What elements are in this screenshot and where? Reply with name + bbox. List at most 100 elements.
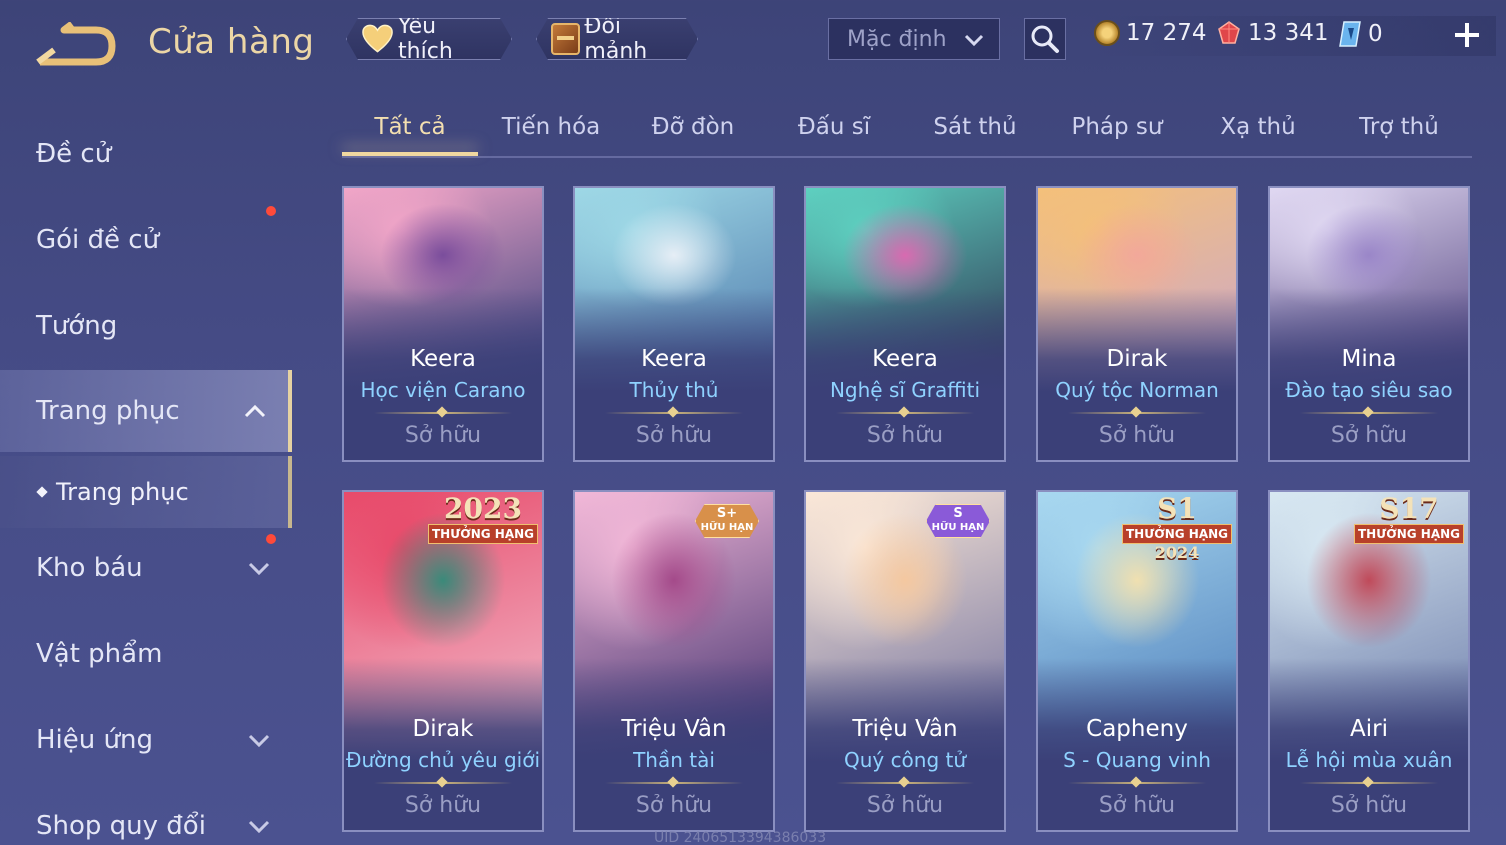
plus-icon[interactable]	[1450, 18, 1484, 52]
favorite-button[interactable]: Yêu thích	[346, 18, 512, 60]
ownership-status: Sở hữu	[1098, 793, 1176, 818]
uid-label: UID 2406513394386033	[654, 830, 827, 845]
back-arrow-icon[interactable]	[34, 22, 116, 66]
tab-evolution[interactable]: Tiến hóa	[483, 114, 619, 140]
hero-name: Dirak	[412, 716, 474, 742]
chevron-down-icon	[964, 34, 984, 47]
ownership-status: Sở hữu	[635, 793, 713, 818]
sidebar-subitem-skins[interactable]: Trang phục	[0, 456, 292, 528]
sidebar-item-effects[interactable]: Hiệu ứng	[0, 700, 292, 780]
chest-icon	[551, 23, 580, 55]
ownership-status: Sở hữu	[1330, 423, 1408, 448]
sidebar: Đề cử Gói đề cử Tướng Trang phục Trang p…	[0, 100, 292, 845]
skin-name: Đường chủ yêu giới	[345, 748, 541, 772]
hero-name: Airi	[1350, 716, 1388, 742]
category-tabs: Tất cả Tiến hóa Đỡ đòn Đấu sĩ Sát thủ Ph…	[342, 100, 1472, 158]
sort-dropdown[interactable]: Mặc định	[828, 18, 1000, 60]
skin-name: Quý công tử	[843, 748, 967, 772]
skin-card[interactable]: Dirak Đường chủ yêu giới Sở hữu 2023 THƯỞNG …	[342, 490, 544, 832]
divider	[1068, 412, 1206, 414]
ownership-status: Sở hữu	[404, 793, 482, 818]
skin-card[interactable]: Airi Lễ hội mùa xuân Sở hữu S17 THƯỞNG HẠNG	[1268, 490, 1470, 832]
badge-tier: S+	[716, 506, 738, 521]
tab-support[interactable]: Trợ thủ	[1331, 114, 1467, 140]
divider	[605, 782, 743, 784]
tab-all[interactable]: Tất cả	[342, 114, 478, 140]
hero-name: Keera	[872, 346, 938, 372]
tab-assassin[interactable]: Sát thủ	[907, 114, 1043, 140]
badge-ribbon: THƯỞNG HẠNG	[1354, 524, 1464, 544]
page-title: Cửa hàng	[148, 22, 315, 62]
ownership-status: Sở hữu	[866, 793, 944, 818]
divider	[605, 412, 743, 414]
sidebar-item-label: Trang phục	[36, 396, 180, 426]
heart-icon	[361, 24, 394, 54]
badge-ribbon: THƯỞNG HẠNG	[428, 524, 538, 544]
sidebar-item-skins[interactable]: Trang phục	[0, 370, 292, 452]
divider	[836, 412, 974, 414]
badge-title: S17	[1379, 492, 1439, 525]
skin-card[interactable]: Capheny S - Quang vinh Sở hữu S1 THƯỞNG HẠNG…	[1036, 490, 1238, 832]
sidebar-item-treasure[interactable]: Kho báu	[0, 528, 292, 608]
rank-reward-badge: S1 THƯỞNG HẠNG 2024	[1122, 494, 1232, 562]
sidebar-item-exchange-shop[interactable]: Shop quy đổi	[0, 786, 292, 845]
divider	[1068, 782, 1206, 784]
divider	[374, 412, 512, 414]
sidebar-subitem-label: Trang phục	[56, 478, 189, 506]
gem-balance: 0	[1338, 20, 1383, 48]
tab-tank[interactable]: Đỡ đòn	[625, 114, 761, 140]
search-button[interactable]	[1024, 18, 1066, 60]
sidebar-item-heroes[interactable]: Tướng	[0, 286, 292, 366]
sidebar-item-label: Hiệu ứng	[36, 725, 153, 755]
limited-badge: S HỮU HẠN	[926, 504, 990, 538]
tab-marksman[interactable]: Xạ thủ	[1190, 114, 1326, 140]
ownership-status: Sở hữu	[635, 423, 713, 448]
ruby-amount: 13 341	[1248, 20, 1329, 46]
hero-name: Keera	[641, 346, 707, 372]
sidebar-item-label: Vật phẩm	[36, 639, 163, 669]
skin-card[interactable]: Dirak Quý tộc Norman Sở hữu	[1036, 186, 1238, 462]
notification-dot	[266, 534, 276, 544]
crystal-icon	[1339, 21, 1361, 47]
sidebar-item-label: Gói đề cử	[36, 225, 160, 255]
tab-mage[interactable]: Pháp sư	[1049, 114, 1185, 140]
hero-name: Capheny	[1086, 716, 1188, 742]
search-icon	[1031, 25, 1059, 53]
skin-name: Nghệ sĩ Graffiti	[829, 378, 981, 402]
sidebar-item-label: Shop quy đổi	[36, 811, 206, 841]
skin-card[interactable]: Keera Thủy thủ Sở hữu	[573, 186, 775, 462]
bullet-icon	[36, 486, 48, 498]
skin-card[interactable]: Triệu Vân Quý công tử Sở hữu S HỮU HẠN	[804, 490, 1006, 832]
ownership-status: Sở hữu	[1330, 793, 1408, 818]
ownership-status: Sở hữu	[1098, 423, 1176, 448]
shard-exchange-button[interactable]: Đổi mảnh	[536, 18, 698, 60]
rank-reward-badge: 2023 THƯỞNG HẠNG	[428, 494, 538, 544]
skin-name: S - Quang vinh	[1063, 748, 1211, 772]
favorite-label: Yêu thích	[398, 14, 453, 64]
active-tab-indicator	[342, 152, 478, 156]
skin-card[interactable]: Keera Học viện Carano Sở hữu	[342, 186, 544, 462]
ruby-icon	[1218, 21, 1240, 44]
top-bar: Cửa hàng Yêu thích Đổi mảnh Mặc định 17 …	[0, 0, 1506, 80]
chevron-down-icon	[248, 562, 270, 576]
sidebar-item-items[interactable]: Vật phẩm	[0, 614, 292, 694]
ownership-status: Sở hữu	[866, 423, 944, 448]
divider	[374, 782, 512, 784]
badge-label: HỮU HẠN	[931, 522, 985, 533]
skin-card[interactable]: Mina Đào tạo siêu sao Sở hữu	[1268, 186, 1470, 462]
chevron-down-icon	[248, 734, 270, 748]
skin-card[interactable]: Keera Nghệ sĩ Graffiti Sở hữu	[804, 186, 1006, 462]
ownership-status: Sở hữu	[404, 423, 482, 448]
skin-card[interactable]: Triệu Vân Thần tài Sở hữu S+ HỮU HẠN	[573, 490, 775, 832]
skin-name: Thủy thủ	[629, 378, 719, 402]
sidebar-item-bundles[interactable]: Gói đề cử	[0, 200, 292, 280]
tab-fighter[interactable]: Đấu sĩ	[766, 114, 902, 140]
hero-name: Triệu Vân	[621, 716, 727, 742]
gold-balance: 17 274	[1094, 20, 1206, 46]
badge-ribbon: THƯỞNG HẠNG	[1122, 524, 1232, 544]
sidebar-item-label: Đề cử	[36, 139, 112, 169]
skin-name: Lễ hội mùa xuân	[1285, 748, 1453, 772]
sidebar-item-featured[interactable]: Đề cử	[0, 114, 292, 194]
skin-name: Thần tài	[633, 748, 715, 772]
hero-name: Dirak	[1106, 346, 1168, 372]
